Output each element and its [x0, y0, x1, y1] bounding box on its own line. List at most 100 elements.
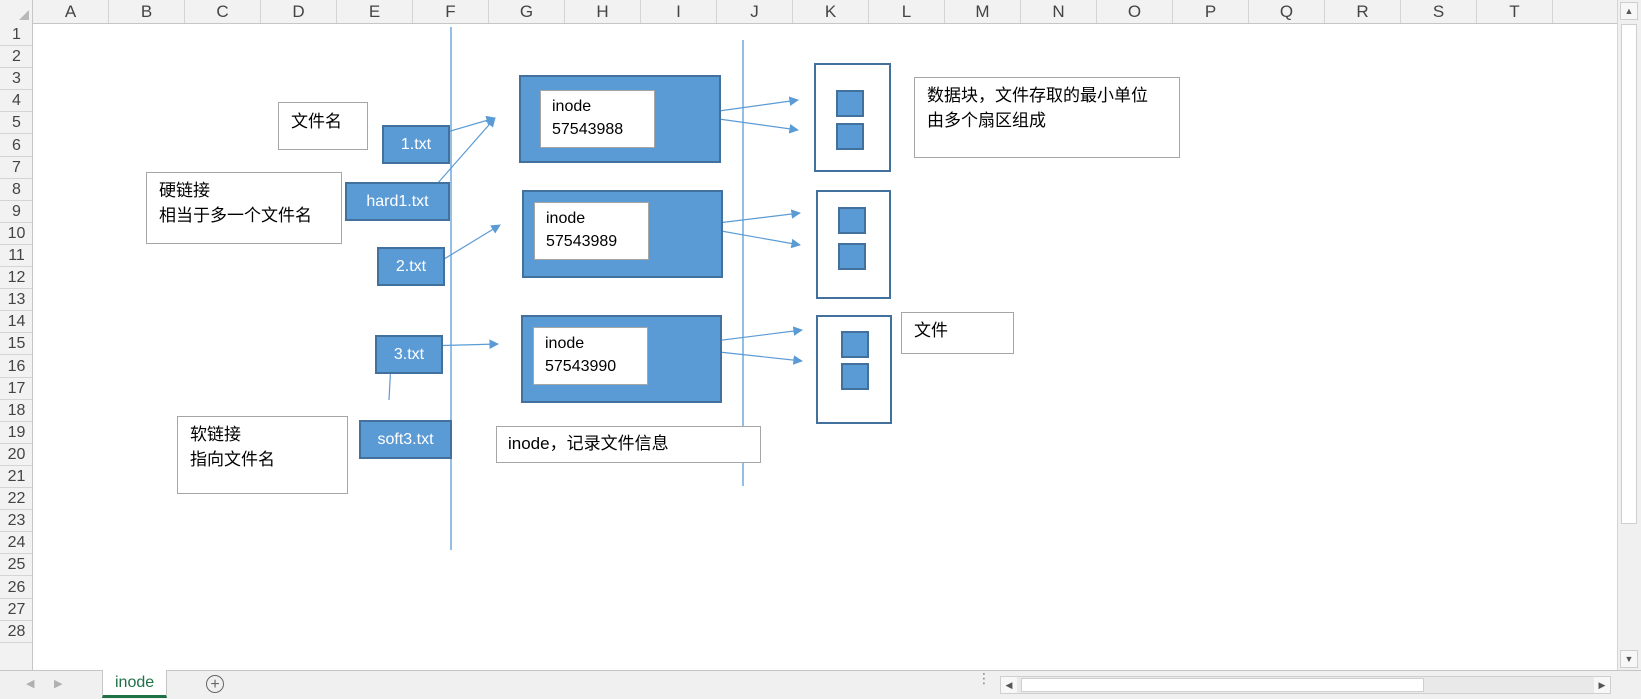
hardlink-label-line2: 相当于多一个文件名 [159, 206, 312, 225]
file-3txt[interactable]: 3.txt [375, 335, 443, 374]
inode-info-label-box[interactable]: inode，记录文件信息 [496, 426, 761, 463]
row-header-20[interactable]: 20 [0, 444, 32, 466]
column-header-g[interactable]: G [489, 0, 565, 23]
file-2txt[interactable]: 2.txt [377, 247, 445, 286]
vertical-scroll-thumb[interactable] [1621, 24, 1637, 524]
row-header-14[interactable]: 14 [0, 311, 32, 334]
row-header-4[interactable]: 4 [0, 90, 32, 113]
row-header-5[interactable]: 5 [0, 112, 32, 135]
scroll-down-icon[interactable]: ▼ [1620, 650, 1638, 668]
tab-splitter-handle[interactable]: ⋮ [977, 671, 991, 685]
column-header-i[interactable]: I [641, 0, 717, 23]
datablock-b2[interactable] [838, 243, 866, 270]
inode-block-c[interactable]: inode 57543990 [521, 315, 722, 403]
row-header-17[interactable]: 17 [0, 378, 32, 400]
sheet-canvas[interactable]: 文件名 硬链接 相当于多一个文件名 软链接 指向文件名 1.txt hard1.… [33, 24, 1617, 670]
file-1txt[interactable]: 1.txt [382, 125, 450, 164]
column-header-l[interactable]: L [869, 0, 945, 23]
file-soft3txt[interactable]: soft3.txt [359, 420, 452, 459]
inode-c-name: inode [545, 335, 585, 352]
datablock-b1[interactable] [838, 207, 866, 234]
file-soft3txt-label: soft3.txt [377, 431, 434, 448]
inode-a-name: inode [552, 98, 592, 115]
vertical-scrollbar[interactable]: ▲ ▼ [1617, 0, 1641, 670]
filename-label-box[interactable]: 文件名 [278, 102, 368, 150]
row-header-10[interactable]: 10 [0, 223, 32, 245]
row-header-7[interactable]: 7 [0, 157, 32, 179]
inode-c-label-box: inode 57543990 [533, 327, 648, 385]
row-header-18[interactable]: 18 [0, 400, 32, 422]
column-header-e[interactable]: E [337, 0, 413, 23]
column-header-t[interactable]: T [1477, 0, 1553, 23]
select-all-corner[interactable] [0, 0, 33, 23]
row-header-9[interactable]: 9 [0, 201, 32, 223]
filename-label: 文件名 [291, 112, 342, 131]
inode-a-label-box: inode 57543988 [540, 90, 655, 148]
row-header-6[interactable]: 6 [0, 135, 32, 157]
datablock-label-line1: 数据块，文件存取的最小单位 [927, 86, 1148, 105]
column-header-o[interactable]: O [1097, 0, 1173, 23]
softlink-label-line2: 指向文件名 [190, 450, 275, 469]
next-sheet-icon[interactable]: ▶ [54, 677, 62, 690]
column-header-s[interactable]: S [1401, 0, 1477, 23]
file-3txt-label: 3.txt [393, 346, 425, 363]
row-header-28[interactable]: 28 [0, 621, 32, 643]
sheet-tab-inode[interactable]: inode [102, 670, 168, 698]
file-hard1txt[interactable]: hard1.txt [345, 182, 450, 221]
row-header-15[interactable]: 15 [0, 333, 32, 356]
column-header-d[interactable]: D [261, 0, 337, 23]
column-header-p[interactable]: P [1173, 0, 1249, 23]
row-header-22[interactable]: 22 [0, 488, 32, 511]
column-header-c[interactable]: C [185, 0, 261, 23]
column-header-a[interactable]: A [33, 0, 109, 23]
row-header-24[interactable]: 24 [0, 532, 32, 555]
inode-b-name: inode [546, 210, 586, 227]
row-header-19[interactable]: 19 [0, 422, 32, 444]
column-header-n[interactable]: N [1021, 0, 1097, 23]
row-header-3[interactable]: 3 [0, 68, 32, 91]
scroll-left-icon[interactable]: ◀ [1001, 677, 1017, 693]
row-header-21[interactable]: 21 [0, 466, 32, 489]
inode-block-b[interactable]: inode 57543989 [522, 190, 723, 278]
column-header-k[interactable]: K [793, 0, 869, 23]
column-header-b[interactable]: B [109, 0, 185, 23]
inode-info-label: inode，记录文件信息 [508, 434, 669, 453]
row-header-16[interactable]: 16 [0, 356, 32, 378]
datablock-a2[interactable] [836, 123, 864, 150]
inode-b-number: 57543989 [546, 233, 618, 250]
column-header-h[interactable]: H [565, 0, 641, 23]
row-header-26[interactable]: 26 [0, 577, 32, 599]
datablock-c2[interactable] [841, 363, 869, 390]
inode-c-number: 57543990 [545, 358, 617, 375]
scroll-up-icon[interactable]: ▲ [1620, 2, 1638, 20]
scroll-right-icon[interactable]: ▶ [1594, 677, 1610, 693]
datablock-c1[interactable] [841, 331, 869, 358]
datablock-a1[interactable] [836, 90, 864, 117]
hardlink-label-box[interactable]: 硬链接 相当于多一个文件名 [146, 172, 342, 244]
column-header-j[interactable]: J [717, 0, 793, 23]
sheet-tab-bar: ◀ ▶ inode + ⋮ ◀ ▶ [0, 670, 1641, 699]
row-header-13[interactable]: 13 [0, 289, 32, 312]
row-header-8[interactable]: 8 [0, 179, 32, 201]
column-header-r[interactable]: R [1325, 0, 1401, 23]
row-header-25[interactable]: 25 [0, 554, 32, 577]
row-header-27[interactable]: 27 [0, 599, 32, 621]
row-header-12[interactable]: 12 [0, 267, 32, 290]
column-header-m[interactable]: M [945, 0, 1021, 23]
inode-block-a[interactable]: inode 57543988 [519, 75, 721, 163]
file-label-box[interactable]: 文件 [901, 312, 1014, 354]
prev-sheet-icon[interactable]: ◀ [26, 677, 34, 690]
row-header-2[interactable]: 2 [0, 46, 32, 69]
row-header-23[interactable]: 23 [0, 510, 32, 533]
horizontal-scroll-thumb[interactable] [1021, 678, 1424, 692]
column-header-q[interactable]: Q [1249, 0, 1325, 23]
datablock-label-box[interactable]: 数据块，文件存取的最小单位 由多个扇区组成 [914, 77, 1180, 158]
datablock-group-a[interactable] [814, 63, 891, 172]
add-sheet-button[interactable]: + [206, 675, 224, 693]
column-header-bar: ABCDEFGHIJKLMNOPQRST [0, 0, 1617, 24]
horizontal-scrollbar[interactable]: ◀ ▶ [1000, 676, 1611, 694]
row-header-1[interactable]: 1 [0, 24, 32, 47]
softlink-label-box[interactable]: 软链接 指向文件名 [177, 416, 348, 494]
row-header-11[interactable]: 11 [0, 245, 32, 268]
column-header-f[interactable]: F [413, 0, 489, 23]
